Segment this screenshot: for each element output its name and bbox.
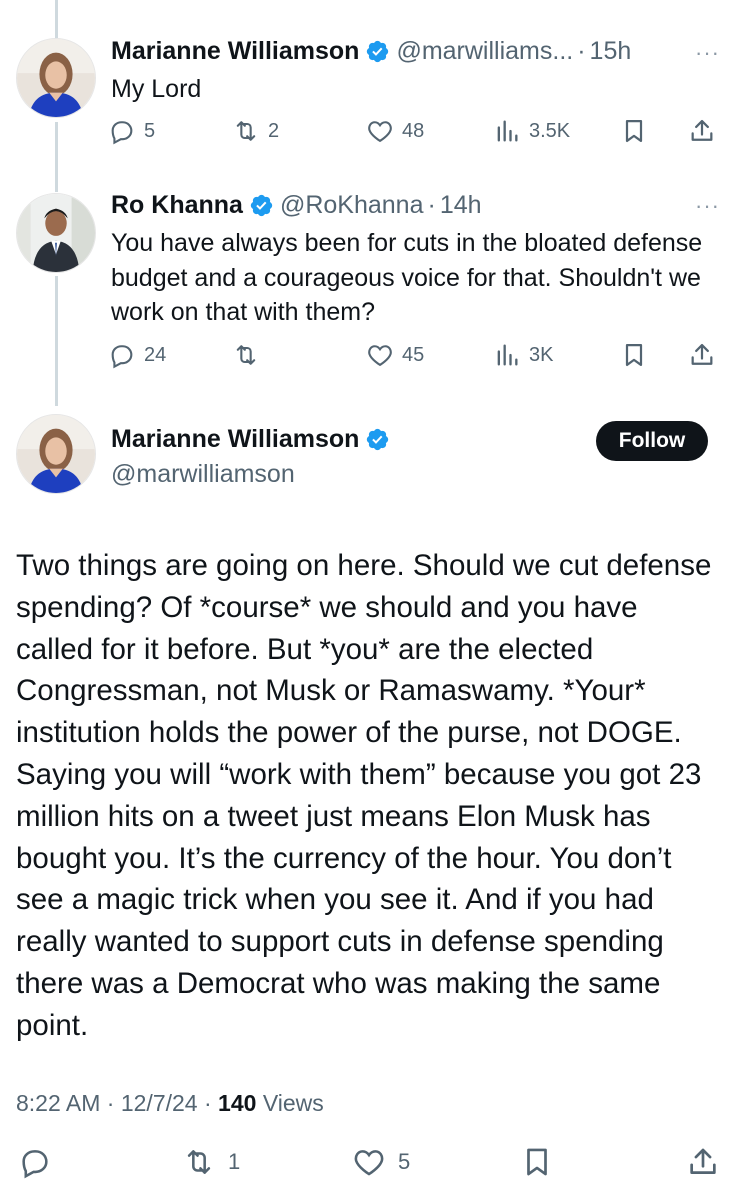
more-icon[interactable]: ··· xyxy=(695,193,720,219)
like-icon xyxy=(354,1150,384,1176)
tweet-text: You have always been for cuts in the blo… xyxy=(111,229,703,326)
verified-badge-icon xyxy=(365,427,390,452)
like-button[interactable]: 45 xyxy=(366,341,424,369)
reply-button[interactable]: 24 xyxy=(108,341,166,369)
share-button[interactable] xyxy=(686,1145,720,1179)
views-count: 3K xyxy=(529,343,554,366)
verified-badge-icon xyxy=(249,193,274,218)
tweet-time[interactable]: 14h xyxy=(440,190,482,220)
main-avatar[interactable] xyxy=(16,414,96,494)
bookmark-button[interactable] xyxy=(520,1145,554,1179)
like-icon xyxy=(368,345,392,367)
share-button[interactable] xyxy=(688,341,716,369)
author-handle[interactable]: @RoKhanna xyxy=(280,190,424,220)
repost-icon xyxy=(236,345,256,365)
bookmark-icon xyxy=(625,343,643,367)
repost-icon xyxy=(187,1150,211,1174)
views-label: Views xyxy=(262,1090,324,1116)
tweet-time[interactable]: 8:22 AM xyxy=(16,1090,100,1116)
reply-icon xyxy=(22,1150,48,1179)
tweet-date[interactable]: 12/7/24 xyxy=(121,1090,198,1116)
bookmark-button[interactable] xyxy=(620,341,648,369)
like-count: 5 xyxy=(398,1149,411,1174)
views-icon xyxy=(497,344,518,366)
tweet-meta: 8:22 AM · 12/7/24 · 140 Views xyxy=(16,1090,324,1116)
views-count: 140 xyxy=(218,1090,257,1116)
repost-count: 1 xyxy=(228,1149,241,1174)
main-tweet-actions: 1 5 xyxy=(0,1145,734,1185)
reply-button[interactable] xyxy=(18,1145,52,1179)
main-author-name[interactable]: Marianne Williamson xyxy=(111,425,396,454)
main-tweet-text: Two things are going on here. Should we … xyxy=(16,549,712,1042)
share-icon xyxy=(690,1148,716,1174)
reply-count: 24 xyxy=(144,343,167,366)
tweet-actions: 24 45 3K xyxy=(108,341,720,375)
share-icon xyxy=(691,343,713,365)
like-button[interactable]: 5 xyxy=(352,1145,410,1179)
reply-icon xyxy=(111,345,133,369)
repost-button[interactable]: 1 xyxy=(182,1145,240,1179)
views-button[interactable]: 3K xyxy=(493,341,553,369)
tweet-reply-2[interactable]: Ro Khanna @RoKhanna · 14h ··· You have a… xyxy=(0,0,734,400)
tweet-header: Ro Khanna @RoKhanna · 14h xyxy=(111,190,482,220)
bookmark-icon xyxy=(527,1148,547,1176)
follow-button[interactable]: Follow xyxy=(596,421,708,461)
avatar[interactable] xyxy=(16,193,96,273)
main-author-handle[interactable]: @marwilliamson xyxy=(111,460,295,489)
author-name[interactable]: Ro Khanna xyxy=(111,190,243,220)
repost-button[interactable] xyxy=(232,341,260,369)
like-count: 45 xyxy=(402,343,425,366)
